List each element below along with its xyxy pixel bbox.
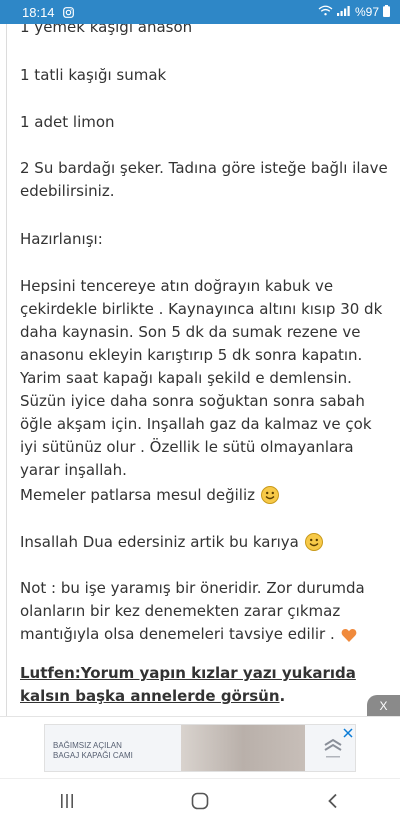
comment-request-period: . bbox=[279, 687, 286, 705]
status-time: 18:14 bbox=[22, 4, 55, 20]
ad-close-button[interactable]: X bbox=[367, 695, 400, 716]
preparation-heading: Hazırlanışı: bbox=[20, 230, 103, 248]
wifi-icon bbox=[318, 5, 333, 19]
warning-text: Memeler patlarsa mesul değiliz bbox=[20, 486, 255, 504]
content-divider bbox=[6, 24, 7, 716]
ingredient-seker: 2 Su bardağı şeker. Tadına göre isteğe b… bbox=[20, 159, 388, 200]
prayer-text: Insallah Dua edersiniz artik bu karıya bbox=[20, 533, 299, 551]
comment-request-link[interactable]: Lutfen:Yorum yapın kızlar yazı yukarıda … bbox=[20, 664, 356, 705]
instagram-icon bbox=[62, 6, 74, 18]
ad-text-line1: BAĞIMSIZ AÇILAN bbox=[53, 741, 122, 750]
status-bar: 18:14 %97 bbox=[0, 0, 400, 24]
note-paragraph: Not : bu işe yaramış bir öneridir. Zor d… bbox=[20, 577, 392, 650]
comment-request: Lutfen:Yorum yapın kızlar yazı yukarıda … bbox=[20, 662, 392, 708]
ad-banner[interactable]: BAĞIMSIZ AÇILAN BAGAJ KAPAĞI CAMI bbox=[44, 724, 356, 772]
note-text: Not : bu işe yaramış bir öneridir. Zor d… bbox=[20, 579, 365, 643]
back-icon[interactable] bbox=[313, 781, 353, 821]
recent-apps-icon[interactable] bbox=[47, 781, 87, 821]
smiley-icon bbox=[260, 486, 279, 511]
ad-text-line2: BAGAJ KAPAĞI CAMI bbox=[53, 751, 133, 760]
heart-icon bbox=[341, 627, 357, 650]
signal-icon bbox=[336, 5, 351, 19]
home-icon[interactable] bbox=[180, 781, 220, 821]
status-right: %97 bbox=[318, 4, 390, 20]
citroen-logo-icon bbox=[317, 735, 349, 763]
ad-car-image bbox=[181, 725, 305, 771]
article-content: 1 yemek kaşığı anason 1 tatli kaşığı sum… bbox=[0, 0, 400, 716]
ingredient-sumak: 1 tatli kaşığı sumak bbox=[20, 66, 167, 84]
ingredient-limon: 1 adet limon bbox=[20, 113, 115, 131]
prayer-line: Insallah Dua edersiniz artik bu karıya bbox=[20, 531, 392, 558]
warning-line: Memeler patlarsa mesul değiliz bbox=[20, 484, 392, 511]
ad-area: BAĞIMSIZ AÇILAN BAGAJ KAPAĞI CAMI bbox=[0, 716, 400, 778]
adchoices-icon[interactable] bbox=[342, 726, 354, 738]
smiley-icon bbox=[304, 533, 323, 558]
ad-text: BAĞIMSIZ AÇILAN BAGAJ KAPAĞI CAMI bbox=[53, 741, 133, 761]
battery-percent: %97 bbox=[354, 5, 379, 19]
preparation-steps: Hepsini tencereye atın doğrayın kabuk ve… bbox=[20, 277, 383, 479]
navigation-bar bbox=[0, 778, 400, 822]
battery-icon bbox=[383, 4, 390, 20]
